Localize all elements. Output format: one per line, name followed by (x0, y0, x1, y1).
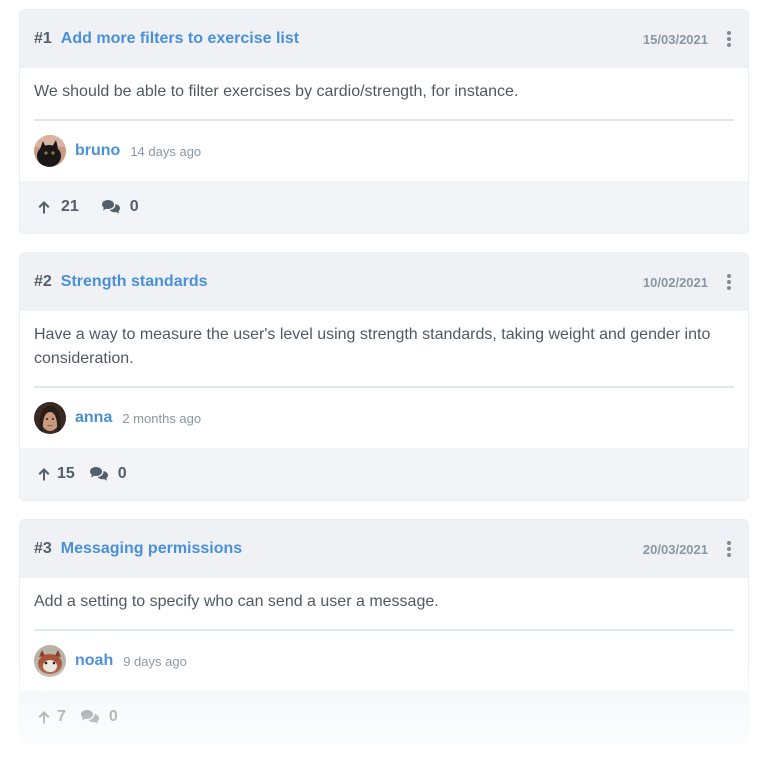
feature-request-list: #1 Add more filters to exercise list 15/… (20, 10, 748, 763)
more-vertical-icon[interactable] (724, 30, 734, 48)
feature-card-body: Have a way to measure the user's level u… (20, 311, 748, 448)
feature-date: 20/03/2021 (642, 541, 708, 557)
feature-card-header: #3 Messaging permissions 20/03/2021 (20, 520, 748, 578)
feature-card-body: We should be able to filter exercises by… (20, 68, 748, 181)
feature-card-header: #2 Strength standards 10/02/2021 (20, 253, 748, 311)
feature-author: noah 9 days ago (34, 631, 734, 691)
comments-button[interactable]: 0 (101, 198, 139, 216)
feature-card-footer: 7 0 (20, 691, 748, 743)
feature-card-body: Add a setting to specify who can send a … (20, 578, 748, 691)
feature-title-link[interactable]: Strength standards (61, 273, 208, 291)
more-vertical-icon[interactable] (724, 273, 734, 291)
author-name[interactable]: bruno (75, 142, 120, 160)
feature-title-link[interactable]: Messaging permissions (61, 540, 242, 558)
arrow-up-icon (38, 468, 50, 481)
feature-card-header: #1 Add more filters to exercise list 15/… (20, 10, 748, 68)
more-vertical-icon[interactable] (724, 540, 734, 558)
feature-title-link[interactable]: Add more filters to exercise list (61, 30, 299, 48)
comment-count: 0 (108, 708, 118, 725)
comment-count: 0 (129, 198, 139, 215)
avatar[interactable] (34, 402, 66, 434)
feature-author: bruno 14 days ago (34, 121, 734, 181)
feature-card-footer: 15 0 (20, 448, 748, 500)
comments-icon (80, 710, 99, 724)
avatar[interactable] (34, 135, 66, 167)
feature-description: We should be able to filter exercises by… (34, 80, 734, 121)
vote-count: 7 (57, 708, 66, 725)
upvote-button[interactable]: 7 (36, 708, 66, 726)
comment-count: 0 (117, 465, 127, 482)
feature-card: #1 Add more filters to exercise list 15/… (20, 10, 748, 233)
arrow-up-icon (38, 711, 50, 724)
feature-date: 10/02/2021 (642, 274, 708, 290)
vote-count: 21 (61, 198, 79, 215)
upvote-button[interactable]: 15 (36, 465, 75, 483)
author-name[interactable]: anna (75, 409, 112, 427)
comments-icon (89, 467, 108, 481)
upvote-button[interactable]: 21 (36, 198, 79, 216)
avatar[interactable] (34, 645, 66, 677)
relative-time: 14 days ago (130, 143, 202, 159)
feature-number: #1 (34, 30, 52, 47)
feature-number: #3 (34, 540, 52, 557)
feature-card: #2 Strength standards 10/02/2021 Have a … (20, 253, 748, 500)
feature-description: Add a setting to specify who can send a … (34, 590, 734, 631)
comments-button[interactable]: 0 (89, 465, 127, 483)
feature-date: 15/03/2021 (642, 31, 708, 47)
feature-description: Have a way to measure the user's level u… (34, 323, 734, 388)
feature-card: #3 Messaging permissions 20/03/2021 Add … (20, 520, 748, 743)
arrow-up-icon (38, 201, 50, 214)
comments-icon (101, 200, 120, 214)
feature-card-footer: 21 0 (20, 181, 748, 233)
relative-time: 2 months ago (122, 410, 202, 426)
relative-time: 9 days ago (123, 653, 187, 669)
feature-author: anna 2 months ago (34, 388, 734, 448)
comments-button[interactable]: 0 (80, 708, 118, 726)
vote-count: 15 (57, 465, 75, 482)
feature-number: #2 (34, 273, 52, 290)
author-name[interactable]: noah (75, 652, 113, 670)
